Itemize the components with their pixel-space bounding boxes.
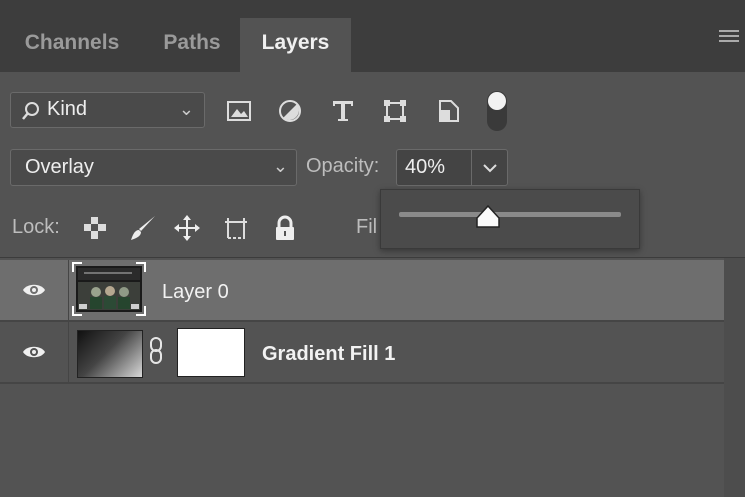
opacity-value: 40% bbox=[405, 156, 446, 178]
opacity-slider-thumb[interactable] bbox=[475, 204, 501, 230]
blend-mode-label: Overlay bbox=[25, 156, 94, 178]
layer-name[interactable]: Gradient Fill 1 bbox=[262, 343, 395, 366]
lock-transparent-pixels-icon[interactable] bbox=[81, 214, 109, 242]
visibility-toggle[interactable] bbox=[0, 260, 69, 320]
divider bbox=[0, 257, 745, 258]
search-icon bbox=[22, 102, 39, 120]
shape-filter-icon[interactable] bbox=[382, 98, 408, 124]
opacity-input[interactable]: 40% bbox=[396, 149, 472, 186]
adjustment-filter-icon[interactable] bbox=[277, 98, 303, 124]
eye-icon bbox=[23, 284, 45, 296]
filter-kind-label: Kind bbox=[47, 98, 88, 120]
gradient-fill-thumbnail[interactable] bbox=[77, 330, 143, 378]
tab-layers[interactable]: Layers bbox=[240, 18, 351, 72]
scrollbar[interactable] bbox=[724, 258, 745, 497]
visibility-toggle[interactable] bbox=[0, 322, 69, 382]
image-filter-icon[interactable] bbox=[226, 98, 252, 124]
chevron-down-icon bbox=[483, 164, 497, 173]
tab-channels[interactable]: Channels bbox=[10, 18, 134, 72]
tab-paths[interactable]: Paths bbox=[146, 18, 238, 72]
blend-mode-dropdown[interactable]: Overlay ⌄ bbox=[10, 149, 297, 186]
filter-kind-dropdown[interactable]: Kind ⌄ bbox=[10, 92, 205, 128]
chevron-down-icon: ⌄ bbox=[272, 156, 288, 176]
layer-row-gradient-fill-1[interactable]: Gradient Fill 1 bbox=[0, 322, 724, 384]
lock-label: Lock: bbox=[12, 216, 60, 238]
layers-empty-area bbox=[0, 384, 724, 497]
chain-link-icon[interactable] bbox=[148, 336, 164, 366]
layer-row-layer-0[interactable]: Layer 0 bbox=[0, 260, 724, 322]
layer-name[interactable]: Layer 0 bbox=[162, 281, 229, 304]
opacity-slider-button[interactable] bbox=[471, 149, 508, 186]
fill-label: Fil bbox=[356, 216, 378, 238]
type-filter-icon[interactable] bbox=[330, 98, 356, 124]
layer-thumbnail[interactable] bbox=[72, 262, 146, 316]
smart-object-filter-icon[interactable] bbox=[436, 98, 462, 124]
lock-all-icon[interactable] bbox=[271, 214, 299, 242]
chevron-down-icon: ⌄ bbox=[178, 99, 194, 119]
opacity-slider-popup bbox=[380, 189, 640, 249]
prevent-autonest-icon[interactable] bbox=[222, 214, 250, 242]
layer-mask-thumbnail[interactable] bbox=[177, 328, 245, 377]
eye-icon bbox=[23, 346, 45, 358]
filter-toggle-icon[interactable] bbox=[486, 90, 508, 132]
lock-position-icon[interactable] bbox=[173, 214, 201, 242]
opacity-slider-track[interactable] bbox=[399, 212, 621, 217]
lock-image-pixels-icon[interactable] bbox=[129, 214, 157, 242]
opacity-label: Opacity: bbox=[306, 155, 380, 177]
panel-menu-icon[interactable] bbox=[719, 30, 739, 46]
